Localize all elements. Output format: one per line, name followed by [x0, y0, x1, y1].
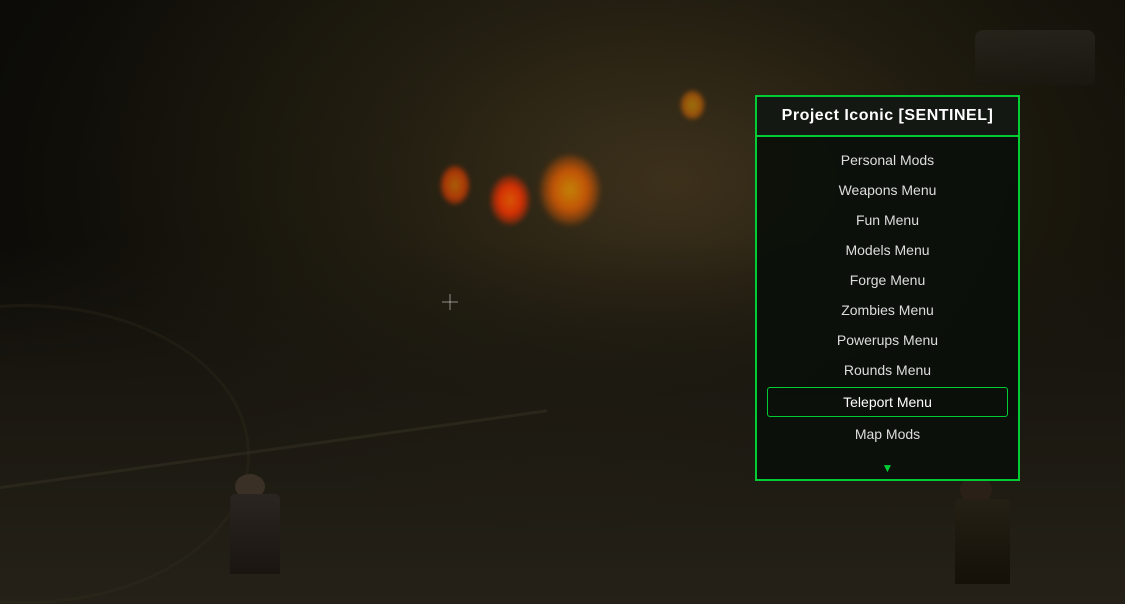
menu-item-personal-mods[interactable]: Personal Mods: [757, 145, 1018, 175]
character-right-body: [955, 499, 1010, 584]
menu-item-models-menu[interactable]: Models Menu: [757, 235, 1018, 265]
menu-item-fun-menu[interactable]: Fun Menu: [757, 205, 1018, 235]
menu-item-rounds-menu[interactable]: Rounds Menu: [757, 355, 1018, 385]
vehicle-silhouette: [975, 30, 1095, 85]
menu-item-map-mods[interactable]: Map Mods: [757, 419, 1018, 449]
menu-item-forge-menu[interactable]: Forge Menu: [757, 265, 1018, 295]
fire-effect-4: [680, 90, 705, 120]
character-left: [220, 474, 290, 574]
menu-item-powerups-menu[interactable]: Powerups Menu: [757, 325, 1018, 355]
fire-effect-1: [490, 175, 530, 225]
character-left-body: [230, 494, 280, 574]
menu-title-bar: Project Iconic [SENTINEL]: [757, 97, 1018, 137]
menu-item-teleport-menu[interactable]: Teleport Menu: [767, 387, 1008, 417]
menu-item-zombies-menu[interactable]: Zombies Menu: [757, 295, 1018, 325]
character-right: [945, 474, 1025, 584]
fire-effect-2: [540, 155, 600, 225]
main-menu: Project Iconic [SENTINEL] Personal ModsW…: [755, 95, 1020, 481]
fire-effect-3: [440, 165, 470, 205]
menu-items-list: Personal ModsWeapons MenuFun MenuModels …: [757, 137, 1018, 457]
crosshair: [442, 294, 458, 310]
menu-title: Project Iconic [SENTINEL]: [782, 107, 994, 124]
scroll-indicator: ▼: [757, 457, 1018, 479]
menu-item-weapons-menu[interactable]: Weapons Menu: [757, 175, 1018, 205]
game-background: Project Iconic [SENTINEL] Personal ModsW…: [0, 0, 1125, 604]
